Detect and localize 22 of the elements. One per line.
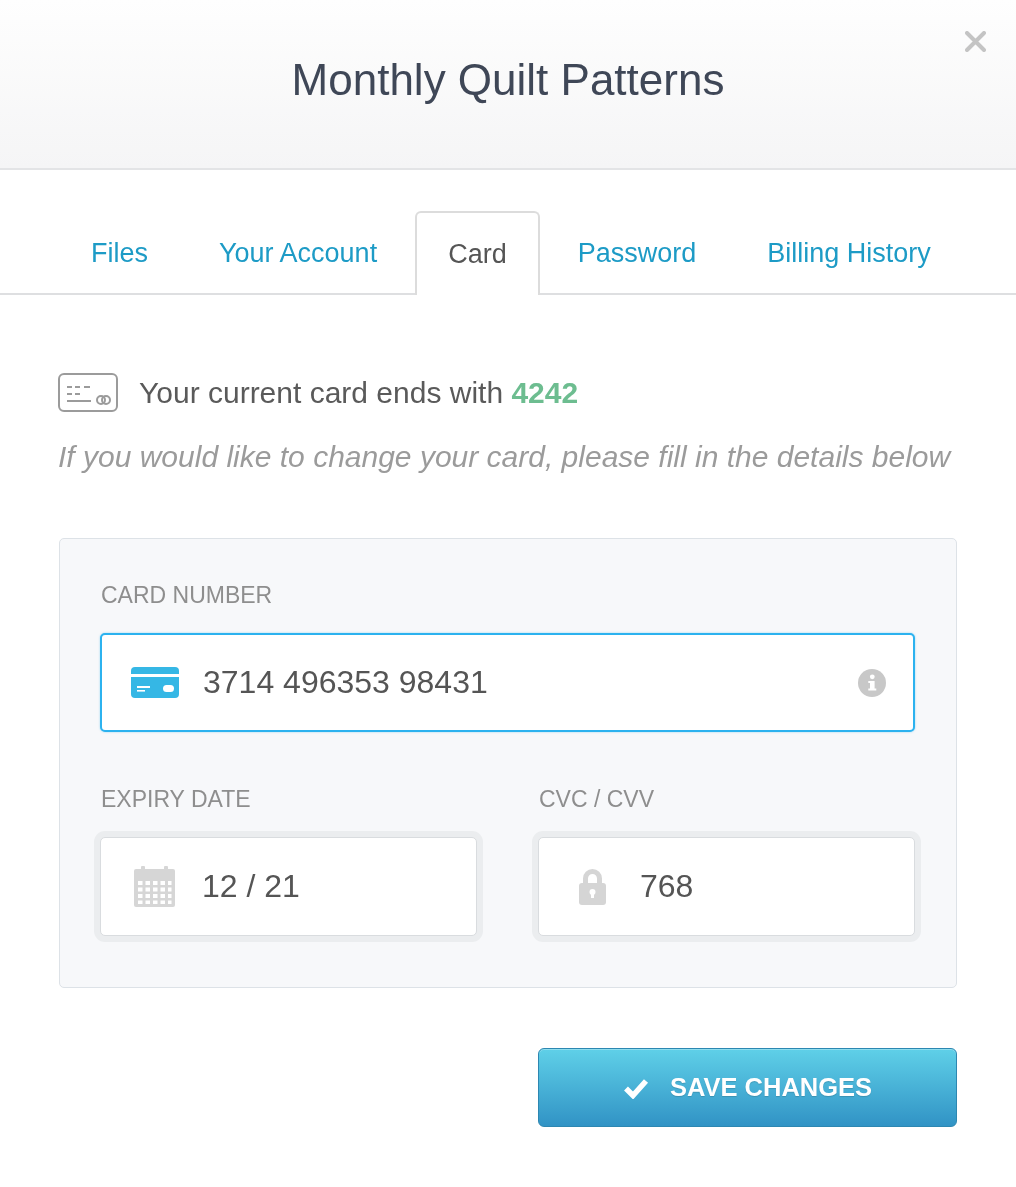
credit-card-icon: [58, 373, 118, 412]
tab[interactable]: Password: [544, 211, 730, 293]
field-label: CVC / CVV: [539, 787, 655, 811]
close-icon: [965, 31, 986, 52]
close-button[interactable]: [965, 31, 986, 52]
field-label: EXPIRY DATE: [101, 787, 251, 811]
card-number-field[interactable]: 3714 496353 98431: [100, 633, 915, 732]
security-code-field[interactable]: 768: [532, 831, 921, 942]
lock-icon: [578, 868, 606, 905]
current-card-text: Your current card ends with 4242: [139, 375, 579, 410]
credit-card-icon: [131, 667, 179, 698]
tab[interactable]: Card: [415, 211, 540, 295]
instruction-text: If you would like to change your card, please fill in the details below: [58, 440, 951, 474]
dialog-title: Monthly Quilt Patterns: [291, 54, 725, 106]
calendar-icon: [133, 866, 175, 907]
save-changes-button[interactable]: SAVE CHANGES: [538, 1048, 957, 1127]
tab[interactable]: Billing History: [734, 211, 964, 293]
field-label: CARD NUMBER: [101, 583, 273, 607]
info-icon[interactable]: [858, 668, 886, 697]
tab[interactable]: Files: [58, 211, 181, 293]
tab[interactable]: Your Account: [186, 211, 411, 293]
expiry-date-field[interactable]: 12 / 21: [94, 831, 483, 942]
